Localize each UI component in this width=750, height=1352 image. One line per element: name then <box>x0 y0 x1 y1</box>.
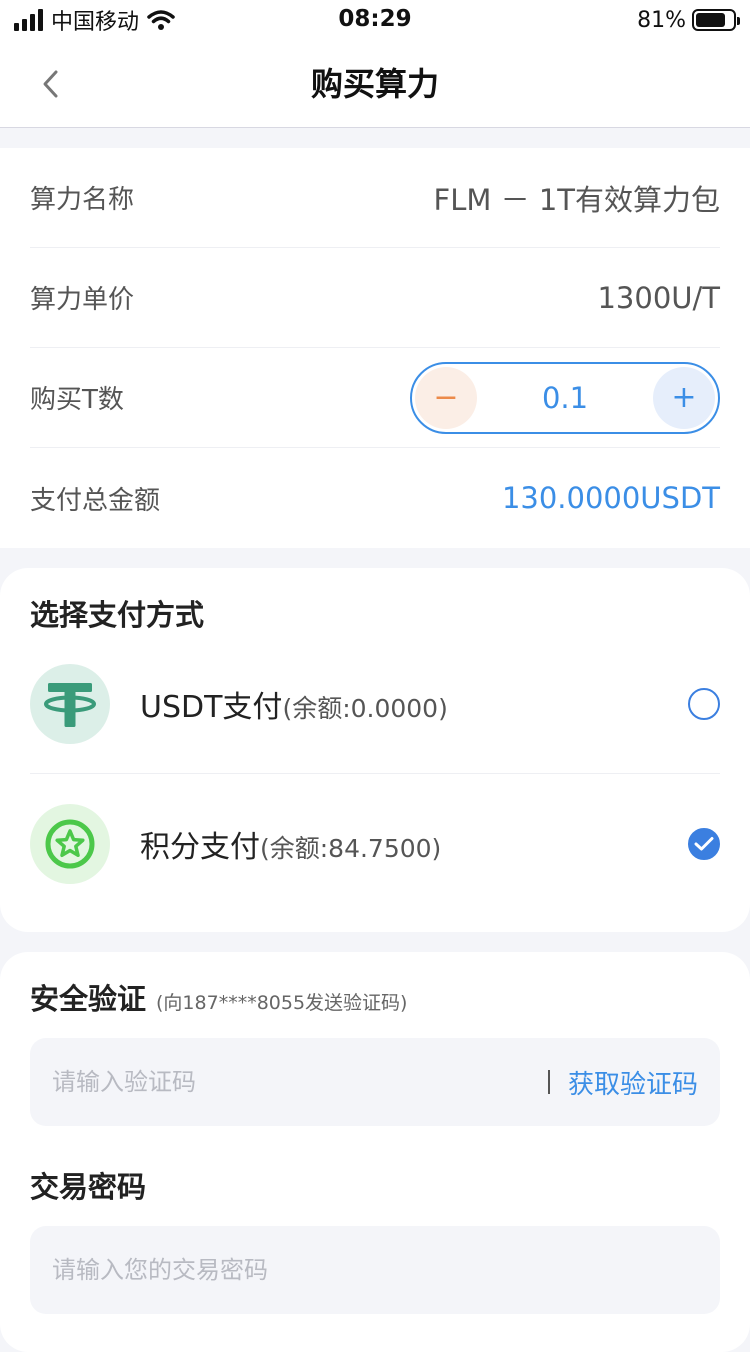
payment-option-text: USDT支付 (余额:0.0000) <box>140 682 688 726</box>
payment-option-name: USDT支付 <box>140 689 283 725</box>
tether-icon <box>30 663 110 744</box>
total-label: 支付总金额 <box>30 485 161 516</box>
payment-option-text: 积分支付 (余额:84.7500) <box>140 822 688 866</box>
battery-icon <box>692 9 740 31</box>
get-code-button[interactable]: 获取验证码 <box>568 1064 698 1101</box>
page-title: 购买算力 <box>310 65 439 103</box>
payment-method-card: 选择支付方式 USDT支付 (余额:0.0000) 积分支付 (余额:84.75… <box>0 568 750 932</box>
payment-option-balance: (余额:84.7500) <box>260 834 442 863</box>
security-hint: (向187****8055发送验证码) <box>156 992 408 1014</box>
security-card: 安全验证 (向187****8055发送验证码) 获取验证码 交易密码 <box>0 952 750 1352</box>
quantity-stepper: − 0.1 + <box>410 361 720 434</box>
checkmark-icon <box>694 837 714 851</box>
row-product-name: 算力名称 FLM － 1T有效算力包 <box>30 148 720 248</box>
code-separator <box>547 1070 550 1094</box>
star-points-icon <box>30 804 110 884</box>
decrement-button[interactable]: − <box>415 366 477 429</box>
battery-fill <box>696 13 726 27</box>
chevron-left-icon <box>43 70 58 98</box>
verification-code-input[interactable] <box>52 1068 548 1096</box>
nav-bar: 购买算力 <box>0 40 750 128</box>
product-name-value: FLM － 1T有效算力包 <box>433 182 720 217</box>
battery-tip <box>737 17 740 25</box>
security-title: 安全验证 <box>30 982 147 1016</box>
security-header: 安全验证 (向187****8055发送验证码) <box>30 976 407 1018</box>
increment-button[interactable]: + <box>653 366 715 429</box>
row-quantity: 购买T数 − 0.1 + <box>30 348 720 448</box>
battery-percent: 81% <box>637 7 686 33</box>
quantity-label: 购买T数 <box>30 385 124 415</box>
payment-option-balance: (余额:0.0000) <box>282 693 448 723</box>
trade-password-field <box>30 1226 720 1314</box>
radio-unchecked-icon[interactable] <box>688 687 720 720</box>
product-name-label: 算力名称 <box>30 185 135 215</box>
back-button[interactable] <box>30 62 70 106</box>
payment-option-usdt[interactable]: USDT支付 (余额:0.0000) <box>30 634 720 774</box>
purchase-details-card: 算力名称 FLM － 1T有效算力包 算力单价 1300U/T 购买T数 − 0… <box>0 148 750 548</box>
row-total: 支付总金额 130.0000USDT <box>30 448 720 548</box>
trade-password-input[interactable] <box>52 1256 698 1284</box>
password-title: 交易密码 <box>30 1170 147 1204</box>
password-header: 交易密码 <box>30 1164 146 1206</box>
unit-price-label: 算力单价 <box>30 285 135 315</box>
payment-option-points[interactable]: 积分支付 (余额:84.7500) <box>30 774 720 914</box>
payment-option-name: 积分支付 <box>140 830 260 865</box>
verification-code-field: 获取验证码 <box>30 1038 720 1126</box>
unit-price-value: 1300U/T <box>597 280 720 315</box>
row-unit-price: 算力单价 1300U/T <box>30 248 720 348</box>
status-bar: 中国移动 08:29 81% <box>0 0 750 40</box>
payment-section-title: 选择支付方式 <box>30 598 205 632</box>
radio-checked-icon[interactable] <box>688 828 720 860</box>
total-value: 130.0000USDT <box>501 481 720 515</box>
quantity-value[interactable]: 0.1 <box>542 381 588 415</box>
status-right: 81% <box>637 6 740 34</box>
